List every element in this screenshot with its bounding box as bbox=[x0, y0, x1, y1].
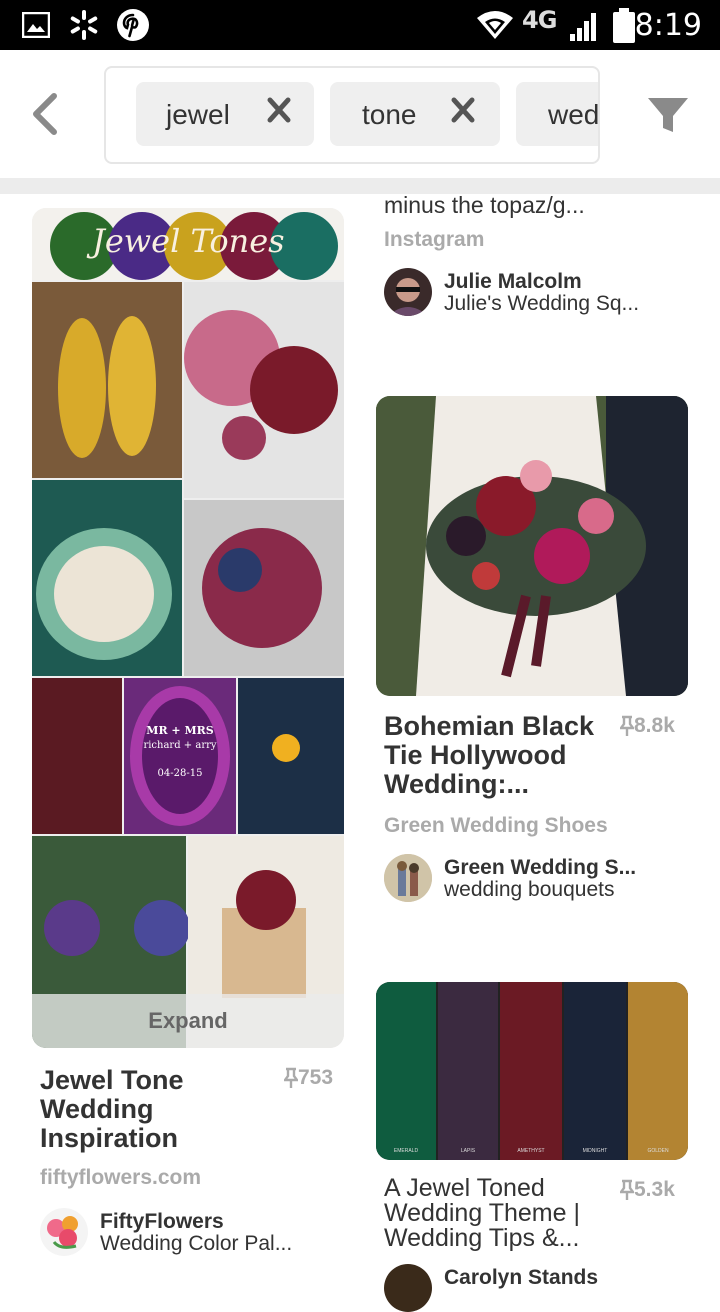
board-name[interactable]: wedding bouquets bbox=[444, 878, 614, 902]
signal-icon bbox=[570, 13, 596, 41]
pin-title[interactable]: Jewel Tone Wedding Inspiration bbox=[40, 1066, 270, 1153]
pin-image-jewel-tone-collage[interactable]: Jewel Tones MR + MRS richard + arry 04-2… bbox=[32, 208, 344, 1048]
pin-source[interactable]: fiftyflowers.com bbox=[40, 1166, 201, 1190]
pin-image-color-palette[interactable]: EMERALD LAPIS AMETHYST MIDNIGHT GOLDEN bbox=[376, 982, 688, 1160]
expand-bar[interactable]: Expand bbox=[32, 994, 344, 1048]
search-chip-tone[interactable]: tone bbox=[330, 82, 500, 146]
pin-title[interactable]: Bohemian Black Tie Hollywood Wedding:... bbox=[384, 712, 614, 799]
filter-icon[interactable] bbox=[646, 96, 690, 136]
repin-count: 5.3k bbox=[620, 1178, 675, 1202]
repin-count: 753 bbox=[284, 1066, 333, 1090]
board-name[interactable]: Wedding Color Pal... bbox=[100, 1232, 292, 1256]
palette-swatch: AMETHYST bbox=[500, 982, 562, 1160]
swatch-label: EMERALD bbox=[393, 1148, 419, 1154]
palette-swatch: LAPIS bbox=[438, 982, 498, 1160]
pin-icon bbox=[284, 1067, 298, 1088]
battery-icon bbox=[613, 8, 635, 43]
search-chip-label: jewel bbox=[166, 99, 230, 130]
pinner-name[interactable]: FiftyFlowers bbox=[100, 1210, 224, 1234]
status-bar: 4G 8:19 bbox=[0, 0, 720, 50]
bouquet-image bbox=[376, 396, 688, 696]
pin-title-line: Wedding:... bbox=[384, 769, 529, 799]
pin-title-line: Bohemian Black bbox=[384, 711, 595, 741]
pin-title-line: Inspiration bbox=[40, 1123, 179, 1153]
invite-subtitle: richard + arry bbox=[143, 740, 217, 751]
pin-title-line: A Jewel Toned bbox=[384, 1174, 545, 1202]
pinner-name[interactable]: Julie Malcolm bbox=[444, 270, 582, 294]
image-icon bbox=[22, 12, 50, 38]
pin-source[interactable]: Green Wedding Shoes bbox=[384, 814, 608, 838]
repin-count-label: 753 bbox=[298, 1066, 334, 1089]
pin-source[interactable]: Instagram bbox=[384, 228, 484, 252]
collage-image bbox=[32, 208, 344, 1048]
pin-title-line: Wedding Tips &... bbox=[384, 1224, 580, 1252]
pin-title-line: Tie Hollywood bbox=[384, 740, 567, 770]
palette-swatch: MIDNIGHT bbox=[564, 982, 626, 1160]
status-clock: 8:19 bbox=[634, 8, 702, 43]
pin-title[interactable]: A Jewel Toned Wedding Theme | Wedding Ti… bbox=[384, 1176, 614, 1251]
pin-title-line: Jewel Tone bbox=[40, 1065, 184, 1095]
avatar[interactable] bbox=[384, 1264, 432, 1312]
collage-logo-text: Jewel Tones bbox=[92, 222, 285, 260]
palette-swatch: EMERALD bbox=[376, 982, 436, 1160]
wifi-icon bbox=[477, 11, 513, 39]
expand-label: Expand bbox=[148, 1008, 228, 1033]
walmart-spark-icon bbox=[70, 10, 98, 40]
pin-icon bbox=[620, 715, 634, 736]
swatch-label: MIDNIGHT bbox=[582, 1148, 608, 1154]
header-divider bbox=[0, 178, 720, 194]
pin-description[interactable]: minus the topaz/g... bbox=[384, 192, 585, 219]
board-name[interactable]: Julie's Wedding Sq... bbox=[444, 292, 639, 316]
swatch-label: LAPIS bbox=[460, 1148, 476, 1154]
pinner-name[interactable]: Green Wedding S... bbox=[444, 856, 636, 880]
network-type-label: 4G bbox=[522, 6, 557, 34]
pinner-name[interactable]: Carolyn Stands bbox=[444, 1266, 598, 1290]
back-arrow-icon[interactable] bbox=[30, 92, 60, 136]
avatar[interactable] bbox=[384, 268, 432, 316]
search-query-box[interactable]: jewel tone wed bbox=[104, 66, 600, 164]
search-chip-wedding[interactable]: wed bbox=[516, 82, 600, 146]
repin-count-label: 5.3k bbox=[634, 1178, 675, 1201]
swatch-label: GOLDEN bbox=[647, 1148, 669, 1154]
swatch-label: AMETHYST bbox=[517, 1148, 545, 1154]
repin-count: 8.8k bbox=[620, 714, 675, 738]
search-chip-jewel[interactable]: jewel bbox=[136, 82, 314, 146]
pin-title-line: Wedding bbox=[40, 1094, 154, 1124]
palette-swatch: GOLDEN bbox=[628, 982, 688, 1160]
repin-count-label: 8.8k bbox=[634, 714, 675, 737]
pin-image-bouquet[interactable] bbox=[376, 396, 688, 696]
pin-title-line: Wedding Theme | bbox=[384, 1199, 580, 1227]
pin-icon bbox=[620, 1179, 634, 1200]
search-chip-label: wed bbox=[548, 99, 600, 130]
invite-date: 04-28-15 bbox=[157, 768, 203, 779]
search-chip-label: tone bbox=[362, 99, 417, 130]
pinterest-icon bbox=[117, 9, 149, 41]
remove-chip-icon[interactable] bbox=[266, 96, 292, 124]
avatar[interactable] bbox=[384, 854, 432, 902]
invite-names: MR + MRS bbox=[146, 724, 214, 737]
remove-chip-icon[interactable] bbox=[450, 96, 476, 124]
avatar[interactable] bbox=[40, 1208, 88, 1256]
